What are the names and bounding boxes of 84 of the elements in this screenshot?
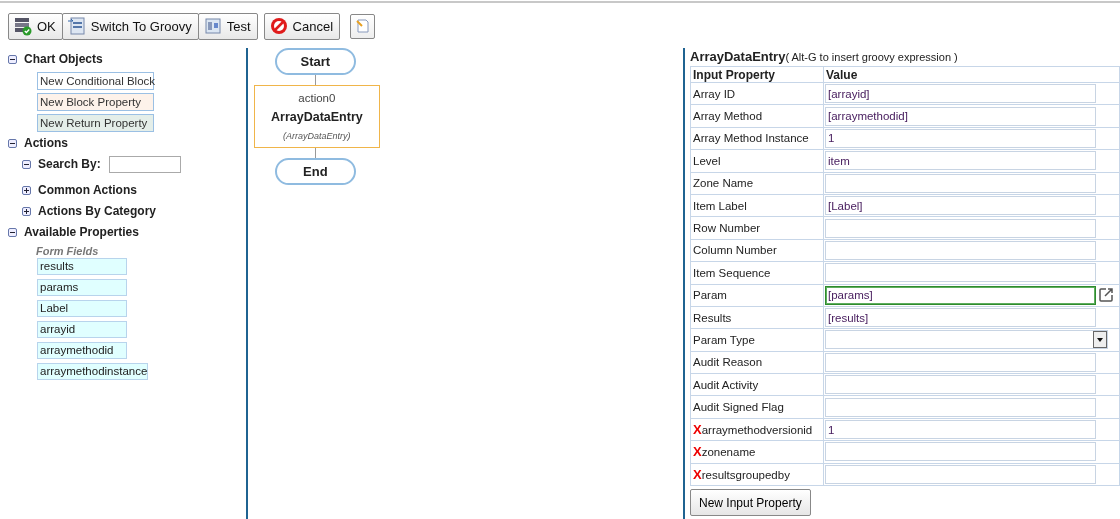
property-name-cell: Item Label [690,194,824,217]
property-name-cell: Item Sequence [690,261,824,284]
property-name-cell: Xzonename [690,440,824,464]
chart-object[interactable]: New Return Property [37,114,154,132]
start-node[interactable]: Start [274,48,356,75]
property-name-cell: Param [690,284,824,307]
external-link-icon[interactable] [1098,287,1114,304]
property-name-cell: Audit Reason [690,351,824,374]
form-field-item[interactable]: arraymethodid [37,342,127,359]
note-pencil-icon [354,18,371,34]
panel-hint: ( Alt-G to insert groovy expression ) [785,51,958,63]
property-name-cell: Audit Activity [690,373,824,396]
collapse-icon[interactable] [8,138,17,148]
value-field[interactable]: [arrayid] [825,84,1096,104]
chart-object[interactable]: New Block Property [37,93,154,111]
value-field[interactable] [825,375,1096,395]
value-field[interactable] [825,240,1096,260]
value-field[interactable] [825,173,1096,193]
database-check-icon [13,16,33,36]
document-icon [202,16,223,36]
value-field[interactable]: [Label] [825,196,1096,216]
action-name: action0 [298,92,336,105]
value-field[interactable]: [arraymethodid] [825,106,1096,126]
value-field[interactable]: 1 [825,420,1096,440]
remove-mark[interactable]: X [693,466,702,482]
property-name-cell: Row Number [690,216,824,240]
expand-icon[interactable] [22,185,31,195]
property-name-cell: Zone Name [690,172,824,195]
collapse-icon[interactable] [8,54,17,64]
form-field-item[interactable]: arraymethodinstance [37,363,149,380]
value-field[interactable] [825,263,1096,283]
value-field[interactable] [825,464,1096,484]
no-entry-icon [268,16,289,36]
section-title[interactable]: Available Properties [24,225,139,239]
search-field[interactable] [108,155,181,173]
tree-item[interactable]: Actions By Category [38,204,157,218]
property-name-cell: Array Method [690,104,824,128]
form-field-item[interactable]: results [37,258,127,275]
group-heading: Form Fields [36,245,100,257]
cancel-button[interactable]: Cancel [263,12,341,40]
value-field[interactable]: 1 [825,128,1096,148]
property-name-cell: Array ID [690,82,824,105]
select-field[interactable] [825,330,1108,350]
value-field[interactable]: [results] [825,308,1096,328]
remove-mark[interactable]: X [693,422,702,438]
remove-mark[interactable]: X [693,444,702,460]
panel-title: ArrayDataEntry [690,49,786,64]
action-title: ArrayDataEntry [271,110,363,125]
document-icon [66,16,87,36]
column-header: Input Property [690,66,824,83]
action-type: (ArrayDataEntry) [283,130,351,141]
property-name-cell: Param Type [690,328,824,352]
form-field-item[interactable]: arrayid [37,321,127,338]
toolbar-button[interactable]: Test [197,12,258,40]
value-field[interactable]: [params] [825,285,1096,305]
note-button[interactable] [350,13,376,39]
collapse-icon[interactable] [8,227,17,237]
property-name-cell: Audit Signed Flag [690,395,824,419]
toolbar-button[interactable]: Switch To Groovy [61,12,199,40]
section-title[interactable]: Chart Objects [24,52,103,66]
column-header: Value [823,66,1120,83]
tree-item[interactable]: Search By: [38,157,101,171]
new-input-property-button[interactable]: New Input Property [690,489,811,517]
chart-object[interactable]: New Conditional Block [37,72,154,90]
value-field[interactable]: item [825,151,1096,171]
property-name-cell: Level [690,149,824,173]
value-field[interactable] [825,397,1096,417]
tree-item[interactable]: Common Actions [38,183,137,197]
value-field[interactable] [825,218,1096,238]
expand-icon[interactable] [22,206,31,216]
value-field[interactable] [825,442,1096,462]
property-name-cell: Array Method Instance [690,127,824,150]
section-title[interactable]: Actions [24,136,68,150]
form-field-item[interactable]: Label [37,300,127,317]
property-name-cell: Xarraymethodversionid [690,418,824,441]
toolbar-button[interactable]: OK [8,12,63,40]
action-node[interactable]: action0 ArrayDataEntry (ArrayDataEntry) [253,85,380,148]
form-field-item[interactable]: params [37,279,127,296]
property-name-cell: Column Number [690,239,824,262]
property-name-cell: Xresultsgroupedby [690,463,824,486]
collapse-icon[interactable] [22,159,31,169]
property-name-cell: Results [690,306,824,329]
value-field[interactable] [825,352,1096,372]
end-node[interactable]: End [274,158,356,185]
